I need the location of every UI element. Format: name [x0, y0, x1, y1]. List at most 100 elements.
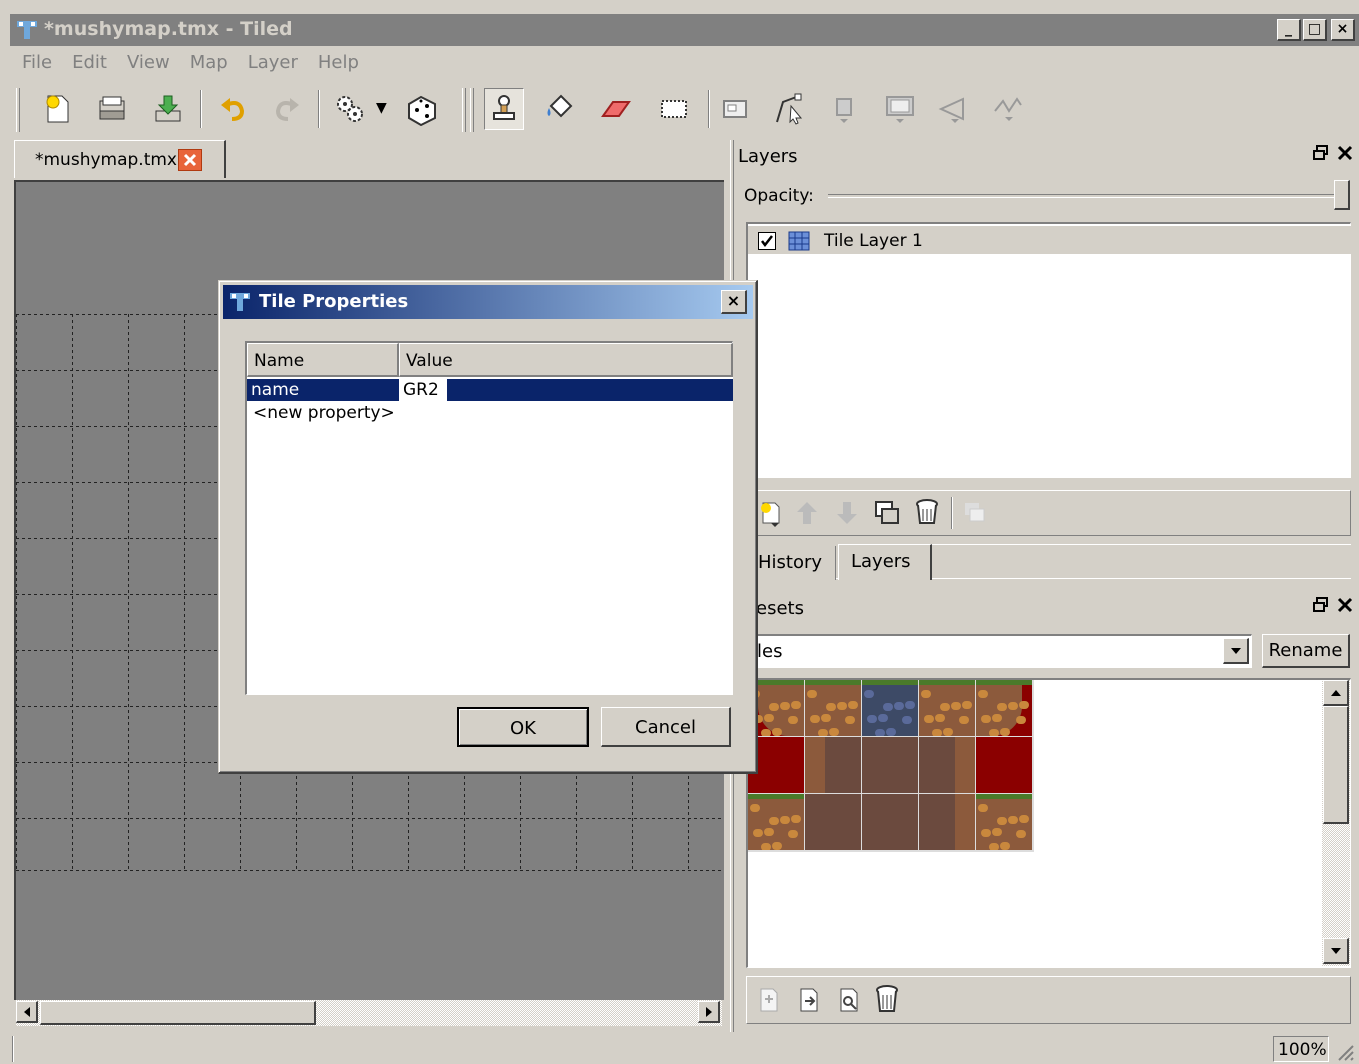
vertical-scroll-thumb[interactable]	[1323, 706, 1349, 824]
rename-button[interactable]: Rename	[1262, 634, 1350, 668]
toolbar-grip[interactable]	[16, 88, 20, 132]
menu-edit[interactable]: Edit	[60, 48, 115, 73]
redo-icon[interactable]	[266, 88, 306, 130]
tilesets-panel-title: esets	[756, 598, 804, 619]
insert-polygon-icon[interactable]	[934, 88, 974, 130]
property-value-editor[interactable]: GR2	[399, 379, 447, 401]
random-dice-icon[interactable]	[402, 88, 442, 130]
new-property-row[interactable]: <new property>	[253, 403, 395, 423]
tile[interactable]	[976, 794, 1032, 850]
cancel-button[interactable]: Cancel	[601, 707, 731, 747]
new-tileset-icon[interactable]	[755, 985, 783, 1015]
tile[interactable]	[805, 737, 861, 793]
tile[interactable]	[919, 794, 975, 850]
tile[interactable]	[919, 680, 975, 736]
column-header-name[interactable]: Name	[247, 343, 399, 377]
float-panel-icon[interactable]	[1312, 144, 1330, 162]
tileset-selector[interactable]: iles	[746, 634, 1252, 668]
add-layer-icon[interactable]	[757, 499, 785, 527]
import-tileset-icon[interactable]	[795, 985, 823, 1015]
undo-icon[interactable]	[214, 88, 254, 130]
table-row[interactable]: name	[247, 379, 733, 401]
save-icon[interactable]	[148, 88, 188, 130]
minimize-button[interactable]: _	[1277, 19, 1301, 41]
tile[interactable]	[976, 680, 1032, 736]
tile[interactable]	[748, 794, 804, 850]
dialog-title: Tile Properties	[259, 291, 409, 312]
tab-mushymap[interactable]: *mushymap.tmx	[14, 140, 226, 178]
dialog-close-button[interactable]: ×	[721, 290, 747, 314]
tab-layers[interactable]: Layers	[838, 544, 932, 580]
ok-button[interactable]: OK	[457, 707, 589, 747]
edit-polygon-icon[interactable]	[770, 88, 810, 130]
map-horizontal-scrollbar[interactable]	[16, 1000, 722, 1026]
tileset-vertical-scrollbar[interactable]	[1322, 680, 1350, 966]
tiled-logo-icon	[17, 21, 37, 39]
close-tab-icon[interactable]	[178, 149, 202, 171]
rectangle-select-icon[interactable]	[654, 88, 694, 130]
dialog-title-bar[interactable]: Tile Properties ×	[223, 285, 753, 319]
menu-map[interactable]: Map	[178, 48, 236, 73]
scroll-left-button[interactable]	[16, 1001, 38, 1023]
main-toolbar: ▼	[10, 80, 1359, 136]
column-header-value[interactable]: Value	[399, 343, 733, 377]
layer-properties-icon[interactable]	[961, 499, 989, 527]
insert-polyline-icon[interactable]	[988, 88, 1028, 130]
close-panel-icon[interactable]	[1336, 596, 1354, 614]
eraser-icon[interactable]	[596, 88, 636, 130]
move-layer-up-icon[interactable]	[793, 499, 821, 527]
tile[interactable]	[862, 680, 918, 736]
tiled-logo-icon	[230, 293, 250, 311]
tile[interactable]	[919, 737, 975, 793]
layer-row[interactable]: Tile Layer 1	[748, 226, 1351, 254]
properties-table[interactable]: Name Value name GR2 <new property>	[245, 341, 733, 695]
tile[interactable]	[805, 794, 861, 850]
opacity-slider-track[interactable]	[828, 194, 1350, 198]
tile[interactable]	[862, 737, 918, 793]
command-dropdown-arrow[interactable]: ▼	[376, 100, 387, 116]
delete-layer-icon[interactable]	[913, 497, 941, 527]
delete-tileset-icon[interactable]	[873, 983, 901, 1015]
tileset-tools-bar	[746, 976, 1351, 1024]
layer-visibility-checkbox[interactable]	[758, 232, 776, 250]
scroll-down-button[interactable]	[1323, 938, 1349, 964]
insert-tile-object-icon[interactable]	[880, 88, 920, 130]
status-bar: 100%	[10, 1032, 1359, 1064]
menu-view[interactable]: View	[115, 48, 178, 73]
object-select-icon[interactable]	[716, 88, 756, 130]
command-gears-icon[interactable]	[330, 88, 370, 130]
resize-grip-icon[interactable]	[1335, 1042, 1355, 1062]
duplicate-layer-icon[interactable]	[873, 499, 901, 527]
menu-layer[interactable]: Layer	[236, 48, 306, 73]
open-file-icon[interactable]	[92, 88, 132, 130]
opacity-slider-thumb[interactable]	[1334, 180, 1350, 210]
property-name: name	[251, 380, 300, 400]
stamp-brush-icon[interactable]	[484, 88, 524, 130]
close-button[interactable]: ×	[1331, 19, 1355, 41]
horizontal-scroll-thumb[interactable]	[40, 1001, 316, 1025]
tile[interactable]	[862, 794, 918, 850]
move-layer-down-icon[interactable]	[833, 499, 861, 527]
tile[interactable]	[805, 680, 861, 736]
opacity-label: Opacity:	[744, 186, 814, 206]
tab-history[interactable]: History	[746, 546, 836, 580]
scroll-right-button[interactable]	[698, 1001, 720, 1023]
menu-file[interactable]: File	[10, 48, 60, 73]
chevron-down-icon[interactable]	[1223, 638, 1249, 664]
window-title: *mushymap.tmx - Tiled	[44, 18, 293, 40]
title-bar[interactable]: *mushymap.tmx - Tiled _ □ ×	[10, 14, 1359, 46]
insert-object-icon[interactable]	[824, 88, 864, 130]
menu-help[interactable]: Help	[306, 48, 367, 73]
tileset-view[interactable]	[746, 678, 1351, 968]
layers-panel-title: Layers	[738, 146, 798, 167]
close-panel-icon[interactable]	[1336, 144, 1354, 162]
layers-list[interactable]: Tile Layer 1	[746, 222, 1351, 478]
edit-tileset-icon[interactable]	[835, 985, 863, 1015]
new-file-icon[interactable]	[38, 88, 78, 130]
scroll-up-button[interactable]	[1323, 680, 1349, 706]
bucket-fill-icon[interactable]	[540, 88, 580, 130]
tile[interactable]	[976, 737, 1032, 793]
float-panel-icon[interactable]	[1312, 596, 1330, 614]
maximize-button[interactable]: □	[1303, 19, 1327, 41]
tab-label: *mushymap.tmx	[35, 150, 177, 170]
